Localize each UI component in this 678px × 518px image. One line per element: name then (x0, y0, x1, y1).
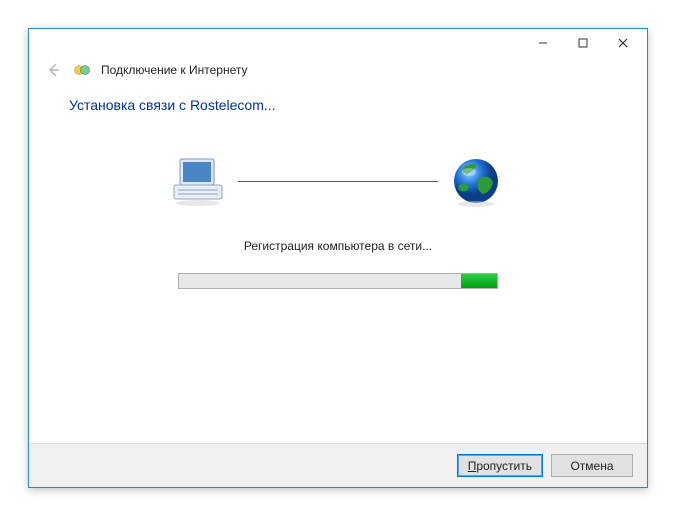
connection-icon (73, 61, 91, 79)
minimize-button[interactable] (523, 31, 563, 55)
computer-icon (168, 153, 232, 209)
wizard-header: Подключение к Интернету (29, 57, 647, 89)
minimize-icon (538, 38, 548, 48)
connection-line (238, 181, 438, 182)
connection-graphic (69, 153, 607, 209)
skip-button[interactable]: Пропустить (457, 454, 543, 477)
close-icon (618, 38, 628, 48)
progress-fill (461, 274, 497, 288)
skip-accel: П (468, 459, 477, 473)
wizard-title: Подключение к Интернету (101, 63, 248, 77)
back-arrow-icon (46, 62, 62, 78)
main-heading: Установка связи с Rostelecom... (69, 97, 607, 113)
button-bar: Пропустить Отмена (29, 443, 647, 487)
titlebar (29, 29, 647, 57)
maximize-icon (578, 38, 588, 48)
wizard-window: Подключение к Интернету Установка связи … (28, 28, 648, 488)
progress-bar (178, 273, 498, 289)
globe-icon (444, 153, 508, 209)
cancel-button[interactable]: Отмена (551, 454, 633, 477)
status-text: Регистрация компьютера в сети... (69, 239, 607, 253)
skip-rest: ропустить (476, 459, 532, 473)
back-button[interactable] (45, 61, 63, 79)
maximize-button[interactable] (563, 31, 603, 55)
close-button[interactable] (603, 31, 643, 55)
content-area: Установка связи с Rostelecom... (29, 89, 647, 443)
